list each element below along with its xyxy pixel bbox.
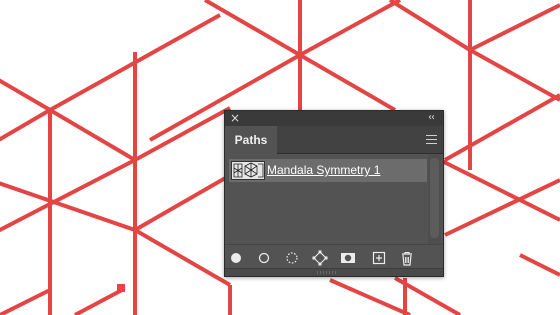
resize-grip[interactable] bbox=[225, 268, 443, 276]
scroll-thumb[interactable] bbox=[430, 158, 439, 238]
collapse-icon[interactable]: ‹‹ bbox=[424, 112, 438, 124]
grip-dots bbox=[317, 271, 337, 274]
scrollbar[interactable] bbox=[428, 154, 441, 244]
new-path-icon[interactable] bbox=[371, 250, 387, 266]
mandala-line bbox=[0, 181, 136, 232]
mandala-line bbox=[203, 0, 302, 57]
add-mask-icon[interactable] bbox=[340, 250, 356, 266]
anchor-point[interactable] bbox=[117, 284, 125, 292]
mandala-line bbox=[134, 106, 231, 162]
panel-tabbar: Paths bbox=[225, 126, 443, 154]
panel-toolbar bbox=[225, 244, 443, 270]
mandala-line bbox=[329, 278, 411, 315]
make-work-path-icon[interactable] bbox=[312, 250, 328, 266]
close-icon[interactable]: × bbox=[229, 112, 241, 124]
mandala-line bbox=[469, 3, 560, 52]
mandala-line bbox=[299, 0, 401, 57]
mandala-line bbox=[444, 93, 560, 162]
mandala-line bbox=[0, 108, 52, 142]
fill-path-icon[interactable] bbox=[228, 250, 244, 266]
trash-icon[interactable] bbox=[399, 250, 415, 266]
paths-list: Mandala Symmetry 1 bbox=[225, 154, 443, 244]
path-name-label[interactable]: Mandala Symmetry 1 bbox=[267, 159, 380, 182]
mandala-line bbox=[0, 288, 51, 315]
mandala-line bbox=[133, 228, 232, 287]
mandala-line bbox=[48, 108, 137, 162]
mandala-line bbox=[74, 288, 123, 315]
paths-panel: × ‹‹ Paths Mandala Symmetry 1 bbox=[224, 110, 444, 277]
path-item[interactable]: Mandala Symmetry 1 bbox=[229, 159, 427, 182]
mandala-line bbox=[298, 53, 397, 112]
mandala-line bbox=[388, 0, 472, 52]
mandala-line bbox=[0, 78, 52, 112]
mandala-line bbox=[519, 253, 560, 277]
path-thumbnail bbox=[231, 161, 265, 180]
tab-paths[interactable]: Paths bbox=[225, 126, 277, 154]
mandala-line bbox=[469, 48, 560, 102]
panel-menu-icon[interactable] bbox=[426, 135, 437, 144]
mandala-line bbox=[444, 178, 560, 237]
panel-titlebar[interactable]: × ‹‹ bbox=[225, 111, 443, 126]
load-selection-icon[interactable] bbox=[284, 250, 300, 266]
stroke-path-icon[interactable] bbox=[256, 250, 272, 266]
